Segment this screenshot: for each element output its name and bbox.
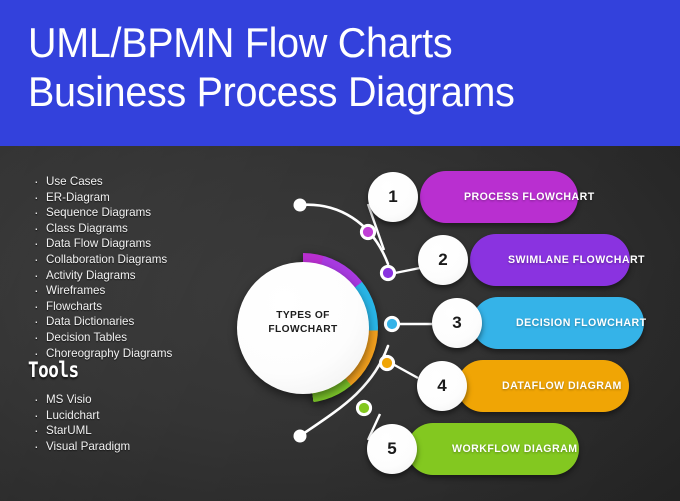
item-1-pill[interactable]: PROCESS FLOWCHART [420,171,594,223]
diagram-type-item: ER-Diagram [28,189,172,206]
item-1-number: 1 [368,172,418,222]
donut-label-line-1: TYPES OF [276,310,330,321]
tool-item: Lucidchart [28,407,130,424]
diagram-type-item: Flowcharts [28,298,172,315]
item-1-label: PROCESS FLOWCHART [464,191,595,203]
diagram-type-item: Class Diagrams [28,220,172,237]
donut-center-label: TYPES OF FLOWCHART [228,309,378,337]
sidebar: Use CasesER-DiagramSequence DiagramsClas… [0,146,238,501]
diagram-type-item: Activity Diagrams [28,267,172,284]
diagram-type-item: Decision Tables [28,329,172,346]
item-4-label: DATAFLOW DIAGRAM [502,380,622,392]
item-2-number: 2 [418,235,468,285]
connector-node-4 [378,354,396,372]
page-title: UML/BPMN Flow Charts Business Process Di… [28,18,630,116]
tools-list: MS VisioLucidchartStarUMLVisual Paradigm [28,391,130,455]
diagram-type-item: Data Flow Diagrams [28,235,172,252]
tool-item: Visual Paradigm [28,438,130,455]
donut-chart: TYPES OF FLOWCHART [228,253,378,403]
tool-item: MS Visio [28,391,130,408]
diagram-types-list: Use CasesER-DiagramSequence DiagramsClas… [28,173,172,361]
item-5-label: WORKFLOW DIAGRAM [452,443,578,455]
item-2-label: SWIMLANE FLOWCHART [508,254,645,266]
item-3-number: 3 [432,298,482,348]
header-banner: UML/BPMN Flow Charts Business Process Di… [0,0,680,146]
connector-node-3 [383,315,401,333]
item-4-pill[interactable]: DATAFLOW DIAGRAM [457,360,629,412]
donut-label-line-2: FLOWCHART [268,324,338,335]
diagram-type-item: Wireframes [28,282,172,299]
item-3-label: DECISION FLOWCHART [516,317,647,329]
connector-node-2 [379,264,397,282]
connector-node-1 [359,223,377,241]
diagram-type-item: Data Dictionaries [28,313,172,330]
title-line-1: UML/BPMN Flow Charts [28,19,453,66]
tools-heading: Tools [28,358,79,382]
diagram-type-item: Use Cases [28,173,172,190]
item-3-pill[interactable]: DECISION FLOWCHART [472,297,647,349]
connector-endpoint-top [293,198,307,212]
title-line-2: Business Process Diagrams [28,68,515,115]
item-2-pill[interactable]: SWIMLANE FLOWCHART [470,234,645,286]
connector-node-5 [355,399,373,417]
item-5-number: 5 [367,424,417,474]
infographic-poster: UML/BPMN Flow Charts Business Process Di… [0,0,680,501]
item-4-number: 4 [417,361,467,411]
connector-endpoint-bottom [293,429,307,443]
diagram-type-item: Collaboration Diagrams [28,251,172,268]
diagram-type-item: Sequence Diagrams [28,204,172,221]
item-5-pill[interactable]: WORKFLOW DIAGRAM [407,423,579,475]
tool-item: StarUML [28,422,130,439]
